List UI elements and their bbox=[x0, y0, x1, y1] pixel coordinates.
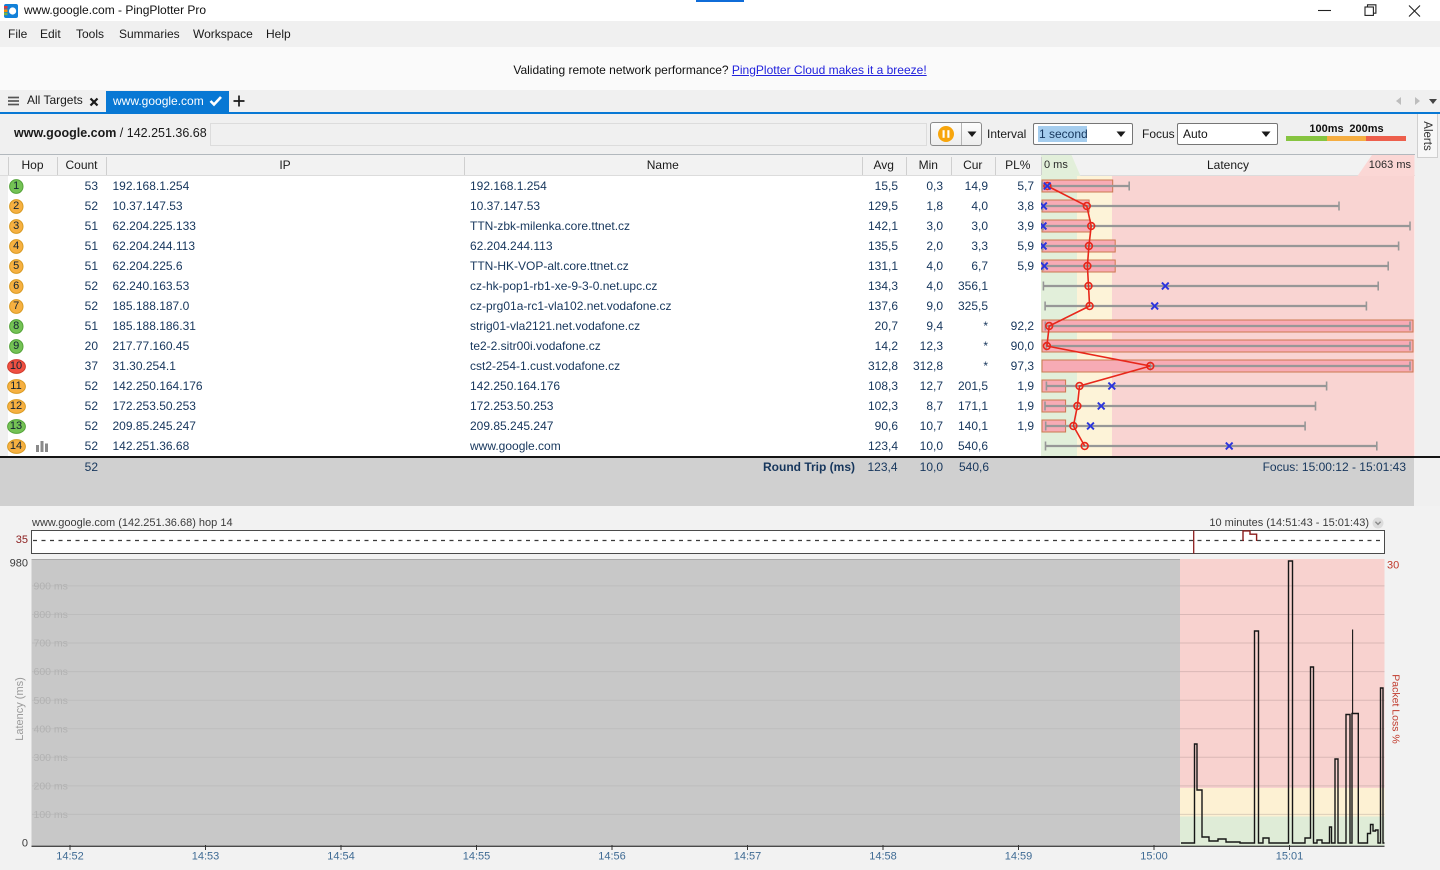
svg-text:14:53: 14:53 bbox=[192, 851, 220, 863]
svg-text:980: 980 bbox=[10, 558, 28, 570]
svg-text:30: 30 bbox=[1387, 560, 1399, 572]
svg-text:Packet Loss %: Packet Loss % bbox=[1390, 674, 1402, 743]
svg-text:400 ms: 400 ms bbox=[34, 723, 68, 735]
svg-text:200 ms: 200 ms bbox=[34, 781, 68, 793]
svg-text:14:59: 14:59 bbox=[1005, 851, 1033, 863]
svg-text:14:58: 14:58 bbox=[869, 851, 897, 863]
svg-text:14:56: 14:56 bbox=[598, 851, 626, 863]
svg-text:14:52: 14:52 bbox=[56, 851, 84, 863]
svg-text:15:00: 15:00 bbox=[1140, 851, 1168, 863]
svg-text:800 ms: 800 ms bbox=[34, 609, 68, 621]
svg-text:900 ms: 900 ms bbox=[34, 581, 68, 593]
svg-text:600 ms: 600 ms bbox=[34, 666, 68, 678]
svg-text:100 ms: 100 ms bbox=[34, 809, 68, 821]
svg-text:700 ms: 700 ms bbox=[34, 638, 68, 650]
svg-text:14:57: 14:57 bbox=[734, 851, 762, 863]
svg-text:15:01: 15:01 bbox=[1276, 851, 1304, 863]
svg-text:14:54: 14:54 bbox=[327, 851, 355, 863]
svg-text:300 ms: 300 ms bbox=[34, 752, 68, 764]
svg-text:0: 0 bbox=[22, 838, 28, 850]
svg-text:14:55: 14:55 bbox=[463, 851, 491, 863]
svg-text:Latency (ms): Latency (ms) bbox=[14, 677, 26, 741]
svg-text:500 ms: 500 ms bbox=[34, 695, 68, 707]
